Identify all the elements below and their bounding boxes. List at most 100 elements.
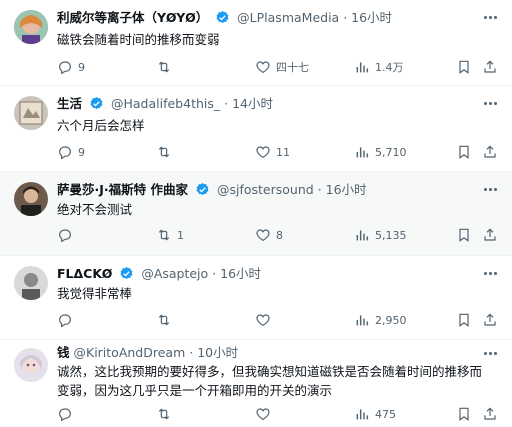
more-options-icon[interactable]: [482, 346, 500, 360]
author-handle[interactable]: @Asaptejo: [141, 266, 208, 281]
more-options-icon[interactable]: [482, 10, 500, 24]
share-button[interactable]: [482, 311, 498, 329]
author-name[interactable]: 萨曼莎·J·福斯特 作曲家: [57, 182, 188, 197]
post[interactable]: 利威尔等离子体（YØYØ） @LPlasmaMedia · 16小时 磁铁会随着…: [0, 0, 512, 86]
avatar[interactable]: [14, 266, 48, 300]
heart-icon: [256, 408, 270, 421]
bookmark-button[interactable]: [456, 58, 472, 76]
post-time[interactable]: 14小时: [232, 96, 273, 111]
post-text: 我觉得非常棒: [57, 286, 133, 301]
author-handle[interactable]: @sjfostersound: [217, 182, 314, 197]
share-button[interactable]: [482, 143, 498, 161]
reply-icon: [59, 146, 71, 160]
post-actions: 475: [57, 405, 502, 423]
author-name[interactable]: FLΔCKØ: [57, 266, 112, 281]
post-actions: 2,950: [57, 311, 502, 329]
view-count: 475: [375, 407, 396, 421]
post[interactable]: 萨曼莎·J·福斯特 作曲家 @sjfostersound · 16小时 绝对不会…: [0, 172, 512, 256]
reply-button[interactable]: 9: [57, 143, 85, 161]
view-count: 5,135: [375, 228, 407, 242]
views-button[interactable]: 5,710: [354, 143, 407, 161]
separator-dot: ·: [189, 345, 194, 360]
like-button[interactable]: 四十七: [255, 58, 309, 76]
post[interactable]: 生活 @Hadalifeb4this_ · 14小时 六个月后会怎样 9 11 …: [0, 86, 512, 172]
bookmark-button[interactable]: [456, 405, 472, 423]
like-button[interactable]: 8: [255, 226, 283, 244]
repost-button[interactable]: [156, 405, 177, 423]
views-button[interactable]: 475: [354, 405, 396, 423]
view-count: 2,950: [375, 313, 407, 327]
reply-count: 9: [78, 145, 85, 159]
author-handle[interactable]: @LPlasmaMedia: [237, 10, 339, 25]
more-options-icon[interactable]: [482, 266, 500, 280]
share-icon: [484, 313, 496, 326]
reply-icon: [59, 61, 71, 75]
post-time[interactable]: 10小时: [197, 345, 238, 360]
avatar[interactable]: [14, 182, 48, 216]
share-icon: [484, 407, 496, 420]
more-options-icon[interactable]: [482, 182, 500, 196]
reply-button[interactable]: 9: [57, 58, 85, 76]
share-button[interactable]: [482, 405, 498, 423]
repost-button[interactable]: [156, 143, 177, 161]
avatar[interactable]: [14, 10, 48, 44]
avatar[interactable]: [14, 348, 48, 382]
bookmark-button[interactable]: [456, 311, 472, 329]
separator-dot: ·: [224, 96, 229, 111]
views-icon: [356, 147, 369, 158]
separator-dot: ·: [212, 266, 217, 281]
views-button[interactable]: 1.4万: [354, 58, 404, 76]
author-name[interactable]: 利威尔等离子体（YØYØ）: [57, 10, 208, 25]
bookmark-button[interactable]: [456, 226, 472, 244]
like-button[interactable]: [255, 405, 276, 423]
post-time[interactable]: 16小时: [220, 266, 261, 281]
like-button[interactable]: 11: [255, 143, 290, 161]
repost-icon: [158, 314, 170, 326]
heart-icon: [256, 61, 270, 74]
author-handle[interactable]: @Hadalifeb4this_: [111, 96, 220, 111]
reply-icon: [59, 408, 71, 422]
more-options-icon[interactable]: [482, 96, 500, 110]
share-button[interactable]: [482, 226, 498, 244]
views-button[interactable]: 2,950: [354, 311, 407, 329]
author-handle[interactable]: @KiritoAndDream: [74, 345, 186, 360]
post-time[interactable]: 16小时: [351, 10, 392, 25]
views-icon: [356, 315, 369, 326]
repost-button[interactable]: [156, 58, 177, 76]
reply-count: 9: [78, 60, 85, 74]
share-button[interactable]: [482, 58, 498, 76]
avatar[interactable]: [14, 96, 48, 130]
repost-button[interactable]: [156, 311, 177, 329]
repost-button[interactable]: 1: [156, 226, 184, 244]
post-time[interactable]: 16小时: [326, 182, 367, 197]
repost-icon: [158, 146, 170, 158]
post-text: 磁铁会随着时间的推移而变弱: [57, 32, 220, 47]
author-name[interactable]: 生活: [57, 96, 82, 111]
reply-icon: [59, 229, 71, 243]
post-text: 六个月后会怎样: [57, 118, 145, 133]
view-count: 5,710: [375, 145, 407, 159]
reply-button[interactable]: [57, 405, 78, 423]
post[interactable]: FLΔCKØ @Asaptejo · 16小时 我觉得非常棒 2,950: [0, 256, 512, 340]
post[interactable]: 钱 @KiritoAndDream · 10小时 诚然，这比我预期的要好得多，但…: [0, 340, 512, 427]
heart-icon: [256, 146, 270, 159]
like-button[interactable]: [255, 311, 276, 329]
post-text: 诚然，这比我预期的要好得多，但我确实想知道磁铁是否会随着时间的推移而 变弱，因为…: [57, 364, 483, 398]
like-count: 四十七: [276, 61, 309, 74]
views-button[interactable]: 5,135: [354, 226, 407, 244]
repost-icon: [158, 61, 170, 73]
verified-badge-icon: [90, 96, 103, 110]
post-actions: 9 11 5,710: [57, 143, 502, 161]
like-count: 8: [276, 228, 283, 242]
reply-button[interactable]: [57, 226, 78, 244]
view-count: 1.4万: [375, 61, 404, 74]
author-name[interactable]: 钱: [57, 345, 70, 360]
repost-count: 1: [177, 228, 184, 242]
post-actions: 9 四十七 1.4万: [57, 58, 502, 76]
reply-button[interactable]: [57, 311, 78, 329]
separator-dot: ·: [343, 10, 348, 25]
views-icon: [356, 62, 369, 73]
bookmark-button[interactable]: [456, 143, 472, 161]
post-actions: 1 8 5,135: [57, 226, 502, 244]
bookmark-icon: [459, 60, 469, 74]
